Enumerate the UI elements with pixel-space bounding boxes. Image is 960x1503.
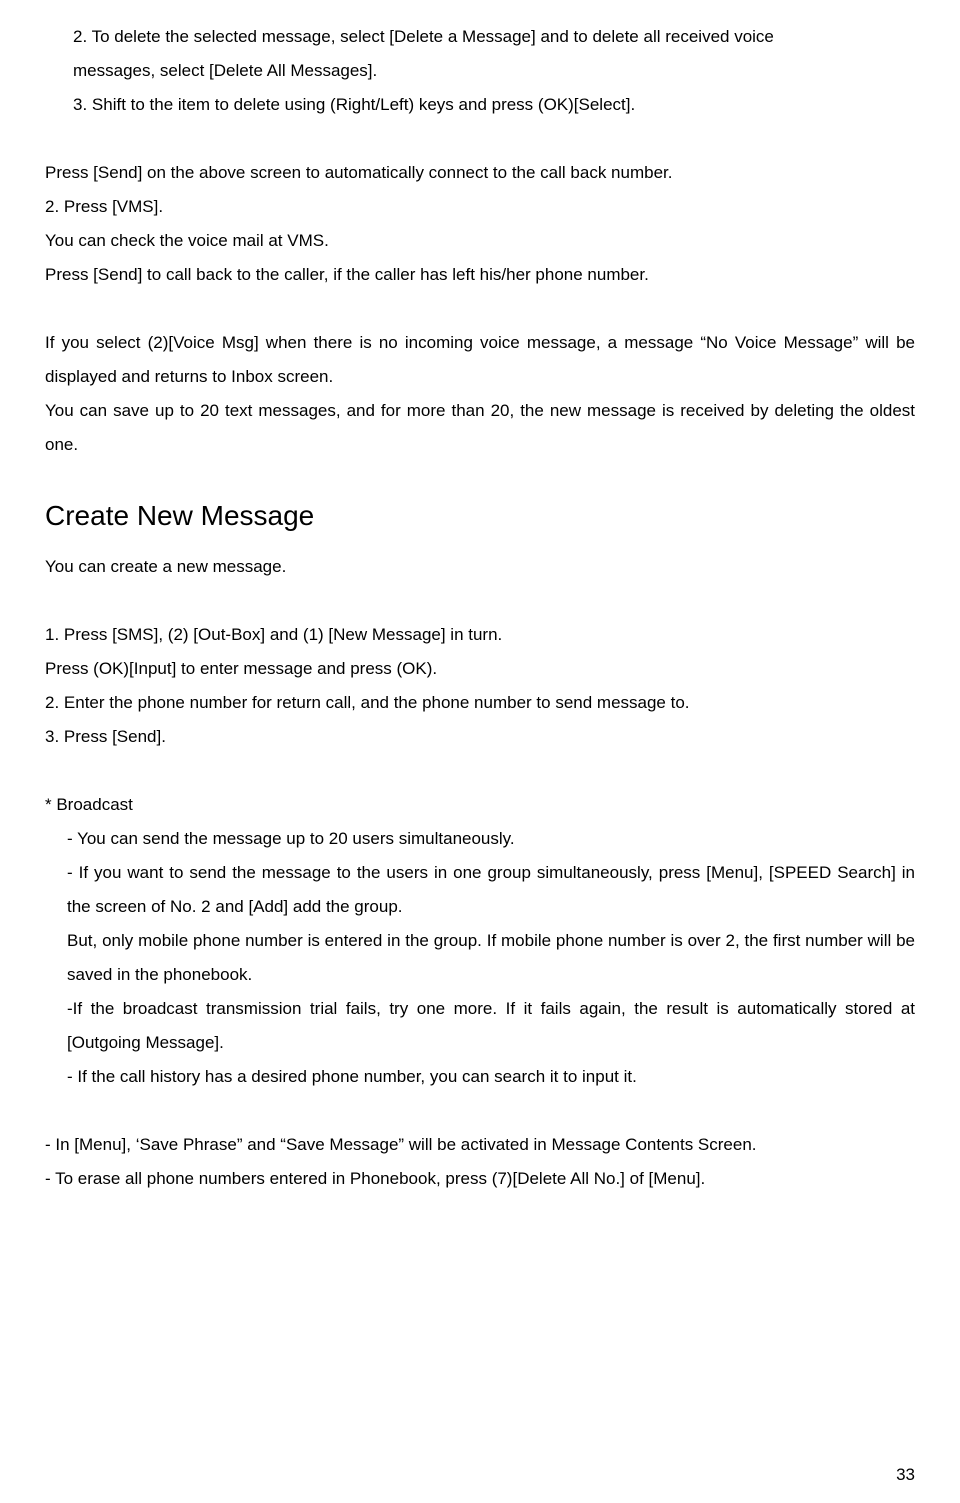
spacer: [45, 584, 915, 618]
list-item: But, only mobile phone number is entered…: [45, 924, 915, 992]
body-text: You can check the voice mail at VMS.: [45, 224, 915, 258]
instruction-line: messages, select [Delete All Messages].: [45, 54, 915, 88]
body-text: - In [Menu], ‘Save Phrase” and “Save Mes…: [45, 1128, 915, 1162]
body-text: - To erase all phone numbers entered in …: [45, 1162, 915, 1196]
body-text: You can create a new message.: [45, 550, 915, 584]
spacer: [45, 122, 915, 156]
page-number: 33: [896, 1465, 915, 1485]
body-text: 1. Press [SMS], (2) [Out-Box] and (1) [N…: [45, 618, 915, 652]
section-heading-create-new-message: Create New Message: [45, 500, 915, 532]
body-text: Press [Send] on the above screen to auto…: [45, 156, 915, 190]
list-item: -If the broadcast transmission trial fai…: [45, 992, 915, 1060]
instruction-line: 2. To delete the selected message, selec…: [45, 20, 915, 54]
body-text: 3. Press [Send].: [45, 720, 915, 754]
spacer: [45, 1094, 915, 1128]
list-item: - You can send the message up to 20 user…: [45, 822, 915, 856]
body-text: 2. Enter the phone number for return cal…: [45, 686, 915, 720]
body-text: Press [Send] to call back to the caller,…: [45, 258, 915, 292]
spacer: [45, 754, 915, 788]
broadcast-heading: * Broadcast: [45, 788, 915, 822]
list-item: - If you want to send the message to the…: [45, 856, 915, 924]
body-text: Press (OK)[Input] to enter message and p…: [45, 652, 915, 686]
spacer: [45, 292, 915, 326]
instruction-line: 3. Shift to the item to delete using (Ri…: [45, 88, 915, 122]
body-text: If you select (2)[Voice Msg] when there …: [45, 326, 915, 394]
body-text: You can save up to 20 text messages, and…: [45, 394, 915, 462]
body-text: 2. Press [VMS].: [45, 190, 915, 224]
list-item: - If the call history has a desired phon…: [45, 1060, 915, 1094]
